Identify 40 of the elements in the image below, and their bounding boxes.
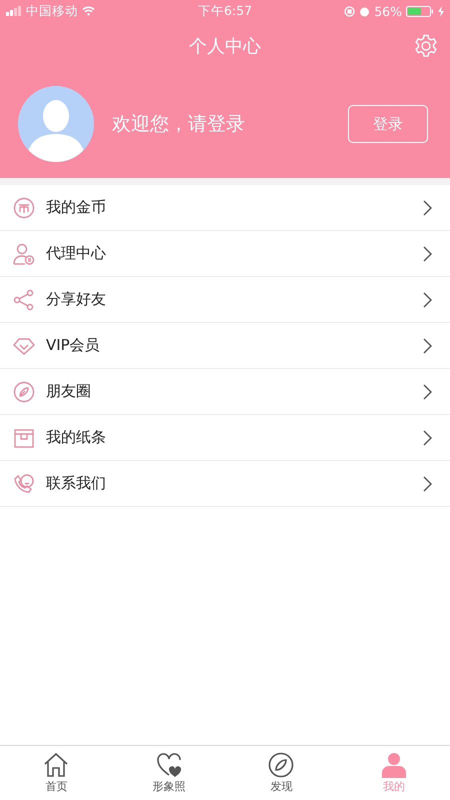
- page-title: 个人中心: [189, 35, 261, 58]
- menu-item[interactable]: 我的金币: [0, 185, 450, 231]
- chevron-icon: [423, 430, 432, 446]
- chevron-icon: [423, 246, 432, 262]
- wifi-icon: [82, 6, 95, 16]
- settings-icon[interactable]: [414, 34, 438, 58]
- orientation-lock-icon: [344, 6, 356, 16]
- battery-icon: [406, 6, 434, 16]
- clock-time: 下午6:57: [198, 2, 252, 20]
- avatar-icon: [18, 86, 94, 162]
- menu-item[interactable]: 我的纸条: [0, 415, 450, 461]
- tab[interactable]: 发现: [225, 746, 338, 800]
- menu-item[interactable]: 分享好友: [0, 277, 450, 323]
- heart-icon: [156, 752, 182, 778]
- home-icon: [43, 752, 70, 778]
- chevron-icon: [423, 200, 432, 216]
- compass-icon: [13, 380, 35, 402]
- alarm-icon: [359, 6, 370, 16]
- tab[interactable]: 形象照: [112, 746, 225, 800]
- share-icon: [13, 288, 35, 310]
- tab[interactable]: 首页: [0, 746, 112, 800]
- charging-icon: [438, 6, 444, 16]
- menu-item[interactable]: 朋友圈: [0, 369, 450, 415]
- chevron-icon: [423, 292, 432, 308]
- phone-face-icon: [13, 472, 35, 494]
- box-icon: [13, 426, 35, 448]
- chevron-icon: [423, 338, 432, 354]
- menu-item[interactable]: 代理中心: [0, 231, 450, 277]
- compass-icon: [268, 752, 294, 778]
- person-badge-icon: [13, 242, 35, 264]
- person-icon: [380, 752, 407, 778]
- menu-item[interactable]: VIP会员: [0, 323, 450, 369]
- carrier-name: 中国移动: [26, 2, 78, 20]
- coin-icon: [13, 196, 35, 218]
- signal-icon: [6, 6, 22, 16]
- battery-percent: 56%: [374, 4, 402, 18]
- welcome-text: 欢迎您，请登录: [112, 112, 246, 137]
- menu-item[interactable]: 联系我们: [0, 461, 450, 507]
- chevron-icon: [423, 384, 432, 400]
- chevron-icon: [423, 476, 432, 492]
